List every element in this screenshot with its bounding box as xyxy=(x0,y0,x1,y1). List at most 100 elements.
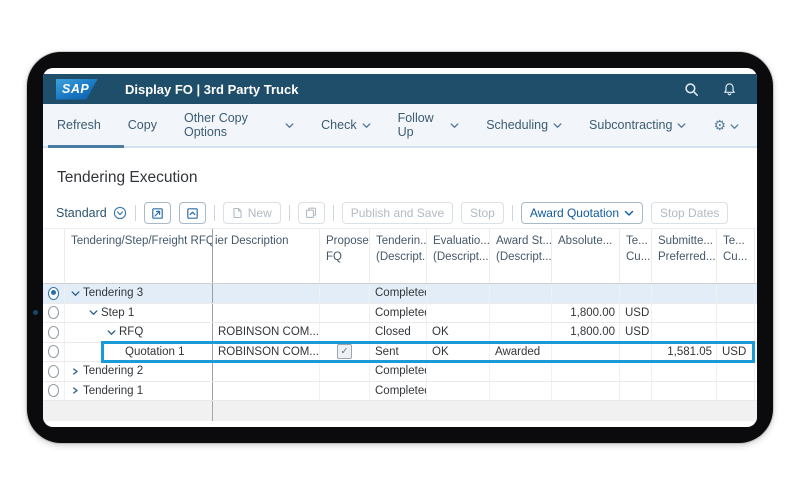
absolute-amount-cell xyxy=(552,343,620,362)
proposed-fq-cell xyxy=(320,304,370,323)
row-radio-button[interactable] xyxy=(48,287,59,300)
row-radio-button[interactable] xyxy=(48,365,59,378)
menu-item-label: Check xyxy=(321,118,356,132)
award-quotation-button[interactable]: Award Quotation xyxy=(521,202,643,224)
toolbar-separator xyxy=(333,205,334,221)
table-body: Tendering 3CompletedStep 1Completed1,800… xyxy=(43,284,757,401)
collapse-node-icon[interactable] xyxy=(71,290,80,297)
menu-item-label: Subcontracting xyxy=(589,118,672,132)
evaluation-status-cell xyxy=(427,284,490,303)
stop-button[interactable]: Stop xyxy=(461,202,504,224)
column-header-line2: FQ xyxy=(326,250,365,266)
expand-all-button[interactable] xyxy=(144,202,171,224)
collapse-node-icon[interactable] xyxy=(89,309,98,316)
table-row-step-1[interactable]: Step 1Completed1,800.00USD xyxy=(43,304,757,324)
column-header-line2: (Descript... xyxy=(496,250,547,266)
search-icon[interactable] xyxy=(684,82,699,97)
row-radio-button[interactable] xyxy=(48,384,59,397)
row-radio-button[interactable] xyxy=(48,306,59,319)
evaluation-status-cell: OK xyxy=(427,323,490,342)
award-status-cell: Awarded xyxy=(490,343,552,362)
selection-cell xyxy=(43,382,65,401)
absolute-amount-cell: 1,800.00 xyxy=(552,304,620,323)
submitted-amount-cell xyxy=(652,382,717,401)
column-header-tendering-step-freight-rfq: Tendering/Step/Freight RFQ/... xyxy=(65,229,213,283)
row-radio-button[interactable] xyxy=(48,326,59,339)
description-cell xyxy=(213,382,320,401)
sap-logo: SAP xyxy=(56,79,98,100)
column-header-ier-description: ier Description xyxy=(213,229,320,283)
column-header-line1: Submitte... xyxy=(658,234,712,250)
table-row-tendering-2[interactable]: Tendering 2 Completed xyxy=(43,362,757,382)
selection-cell xyxy=(43,323,65,342)
menu-item-label: Follow Up xyxy=(398,111,446,139)
column-header-line1: ier Description xyxy=(215,234,315,250)
menu-item-other-copy-options[interactable]: Other Copy Options xyxy=(184,104,294,146)
menu-item-scheduling[interactable]: Scheduling xyxy=(486,104,562,146)
chevron-down-icon xyxy=(285,118,294,132)
notifications-bell-icon[interactable] xyxy=(722,82,737,97)
currency-cell xyxy=(620,284,652,303)
table-row-tendering-3[interactable]: Tendering 3Completed xyxy=(43,284,757,304)
collapse-all-button[interactable] xyxy=(179,202,206,224)
stop-dates-button[interactable]: Stop Dates xyxy=(651,202,728,224)
hierarchy-cell: Tendering 1 xyxy=(65,382,213,401)
evaluation-status-cell xyxy=(427,382,490,401)
hierarchy-cell: RFQ xyxy=(65,323,213,342)
menu-item-subcontracting[interactable]: Subcontracting xyxy=(589,104,686,146)
currency-cell: USD xyxy=(717,343,755,362)
cell-value: Completed xyxy=(375,307,427,319)
award-quotation-label: Award Quotation xyxy=(530,206,619,220)
cell-value: Completed xyxy=(375,365,427,377)
selection-cell xyxy=(43,343,65,362)
selection-cell xyxy=(43,284,65,303)
view-selector-label: Standard xyxy=(56,206,107,220)
cell-value: USD xyxy=(722,346,746,358)
table-row-quotation-1[interactable]: Quotation 1ROBINSON COM...✓SentOKAwarded… xyxy=(43,343,757,363)
stop-dates-label: Stop Dates xyxy=(660,206,719,220)
submitted-amount-cell xyxy=(652,304,717,323)
row-label: Quotation 1 xyxy=(125,346,184,358)
collapse-all-icon xyxy=(186,207,199,220)
table-row-rfq[interactable]: RFQROBINSON COM...ClosedOK1,800.00USD xyxy=(43,323,757,343)
expand-node-icon[interactable] xyxy=(71,368,80,375)
collapse-node-icon[interactable] xyxy=(107,329,116,336)
copy-icon xyxy=(305,207,317,219)
screen: SAP Display FO | 3rd Party Truck Refresh… xyxy=(43,68,757,427)
view-selector[interactable]: Standard xyxy=(56,206,127,220)
description-cell xyxy=(213,284,320,303)
new-document-icon xyxy=(232,207,243,219)
row-label: Tendering 3 xyxy=(83,287,143,299)
column-header-line2: (Descript... xyxy=(376,250,422,266)
row-label: RFQ xyxy=(119,326,143,338)
new-button-label: New xyxy=(248,206,272,220)
row-label: Tendering 2 xyxy=(83,365,143,377)
cell-value: OK xyxy=(432,346,449,358)
copy-button[interactable] xyxy=(298,202,325,224)
column-header-te: Te...Cu... xyxy=(717,229,755,283)
menu-item-check[interactable]: Check xyxy=(321,104,370,146)
menu-item-copy[interactable]: Copy xyxy=(128,104,157,146)
menu-item-refresh[interactable]: Refresh xyxy=(57,104,101,146)
row-radio-button[interactable] xyxy=(48,345,59,358)
column-header-line2: (Descript... xyxy=(433,250,485,266)
chevron-down-icon xyxy=(624,210,634,217)
expand-node-icon[interactable] xyxy=(71,387,80,394)
camera-dot xyxy=(33,310,38,315)
table-row-tendering-1[interactable]: Tendering 1Completed xyxy=(43,382,757,402)
column-header-evaluatio: Evaluatio...(Descript... xyxy=(427,229,490,283)
menu-item-follow-up[interactable]: Follow Up xyxy=(398,104,460,146)
hierarchy-cell: Tendering 3 xyxy=(65,284,213,303)
publish-and-save-button[interactable]: Publish and Save xyxy=(342,202,453,224)
settings-control[interactable]: ⚙ xyxy=(713,117,739,134)
cell-value: ROBINSON COM... xyxy=(218,326,319,338)
proposed-fq-checkbox[interactable]: ✓ xyxy=(337,344,352,359)
column-header-line2: Cu... xyxy=(626,250,647,266)
new-button[interactable]: New xyxy=(223,202,281,224)
column-header-line1: Proposed xyxy=(326,234,365,250)
cell-value: USD xyxy=(625,326,649,338)
award-status-cell xyxy=(490,323,552,342)
chevron-down-icon xyxy=(362,118,371,132)
currency-cell xyxy=(717,362,755,381)
column-header-proposed: ProposedFQ xyxy=(320,229,370,283)
